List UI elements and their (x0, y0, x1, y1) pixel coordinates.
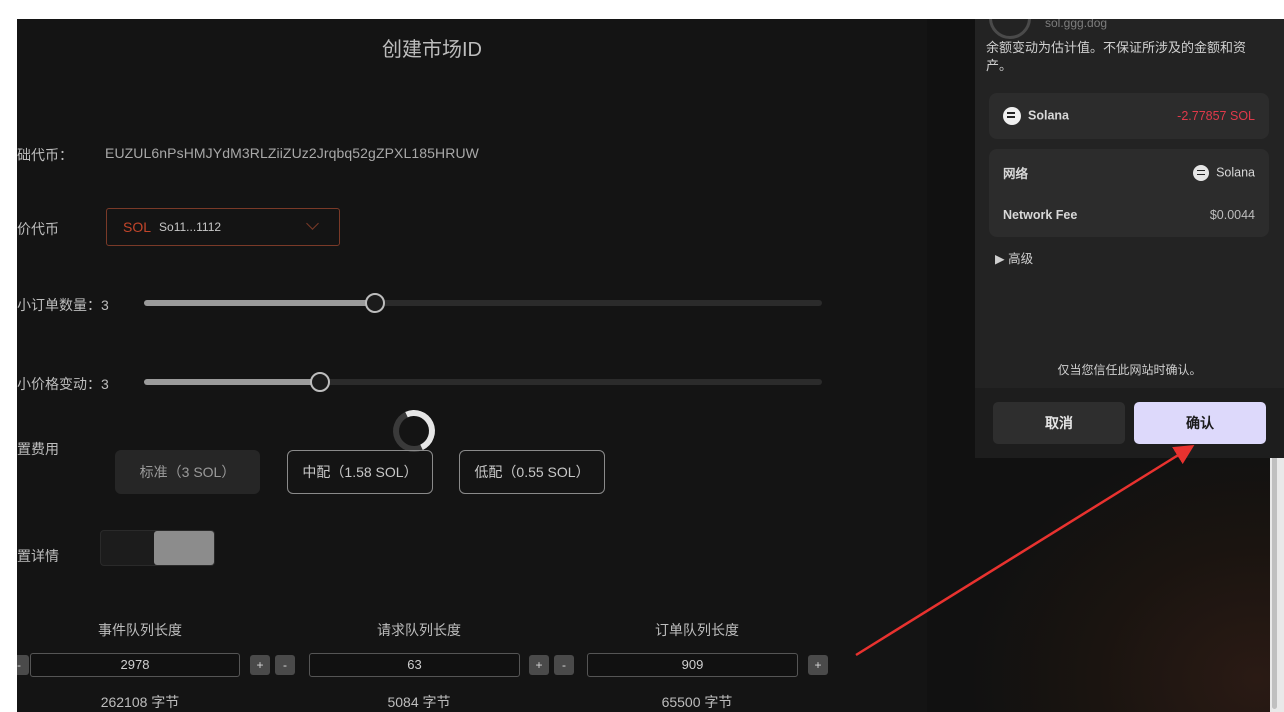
network-label: 网络 (1003, 167, 1029, 181)
page-title: 创建市场ID (382, 39, 482, 61)
request-queue-plus-button[interactable]: + (529, 655, 549, 675)
asset-name: Solana (1028, 108, 1069, 123)
network-value: Solana (1216, 164, 1255, 179)
quote-address: So11...1112 (159, 220, 222, 234)
tick-size-label: 小价格变动：3 (17, 376, 109, 392)
event-queue-header: 事件队列长度 (98, 622, 182, 638)
event-queue-plus-button[interactable]: + (250, 655, 270, 675)
base-mint-value: EUZUL6nPsHMJYdM3RLZiiZUz2Jrqbq52gZPXL185… (105, 145, 479, 161)
balance-note: 余额变动为估计值。不保证所涉及的金额和资产。 (986, 40, 1247, 73)
solana-icon (1003, 107, 1021, 125)
advanced-toggle[interactable]: ▶ 高级 (995, 248, 1033, 267)
site-domain: sol.ggg.dog (1045, 19, 1108, 30)
network-value-wrap: Solana (1193, 164, 1255, 181)
trust-warning: 仅当您信任此网站时确认。 (1057, 363, 1202, 377)
request-queue-input[interactable]: 63 (309, 653, 520, 677)
network-fee-value: $0.0044 (1209, 208, 1255, 222)
event-queue-bytes: 262108 字节 (100, 694, 180, 710)
order-queue-minus-button[interactable]: - (554, 655, 574, 675)
balance-change-card: Solana -2.77857 SOL (989, 93, 1269, 139)
request-queue-header: 请求队列长度 (377, 622, 461, 638)
site-logo (989, 19, 1031, 39)
scrollbar-thumb[interactable] (1272, 439, 1277, 709)
network-card: 网络 Solana Network Fee $0.0044 (989, 149, 1269, 237)
request-queue-minus-button[interactable]: - (275, 655, 295, 675)
fee-medium-button[interactable]: 中配（1.58 SOL） (287, 450, 433, 494)
request-queue-bytes: 5084 字节 (387, 694, 451, 710)
confirm-button[interactable]: 确认 (1134, 402, 1266, 444)
order-queue-input[interactable]: 909 (587, 653, 798, 677)
toggle-thumb (154, 531, 214, 565)
event-queue-input[interactable]: 2978 (30, 653, 240, 677)
detail-toggle[interactable] (100, 530, 215, 566)
fee-standard-button[interactable]: 标准（3 SOL） (115, 450, 260, 494)
quote-symbol: SOL (123, 219, 152, 235)
min-order-slider-fill (144, 300, 375, 306)
create-market-panel: 创建市场ID 础代币： EUZUL6nPsHMJYdM3RLZiiZUz2Jrq… (17, 19, 927, 712)
min-order-slider-handle[interactable] (364, 293, 385, 313)
network-fee-label: Network Fee (1003, 208, 1078, 222)
order-queue-plus-button[interactable]: + (808, 655, 828, 675)
quote-mint-select[interactable]: SOL So11...1112 (106, 208, 340, 246)
fee-low-button[interactable]: 低配（0.55 SOL） (459, 450, 605, 494)
tick-size-slider-fill (144, 379, 321, 385)
tick-size-slider-handle[interactable] (310, 372, 331, 392)
min-order-slider[interactable] (144, 293, 822, 313)
event-queue-minus-button[interactable]: - (17, 655, 29, 675)
order-queue-bytes: 65500 字节 (661, 694, 733, 710)
tick-size-slider[interactable] (144, 372, 822, 392)
asset-name-wrap: Solana (1003, 107, 1069, 125)
detail-label: 置详情 (17, 548, 59, 564)
wallet-confirm-popup: sol.ggg.dog 余额变动为估计值。不保证所涉及的金额和资产。 Solan… (975, 19, 1284, 458)
popup-footer: 取消 确认 (975, 388, 1284, 458)
quote-mint-label: 价代币 (17, 221, 59, 237)
fee-label: 置费用 (17, 441, 59, 457)
chevron-down-icon (306, 217, 319, 230)
order-queue-header: 订单队列长度 (655, 622, 739, 638)
cancel-button[interactable]: 取消 (993, 402, 1125, 444)
asset-change: -2.77857 SOL (1177, 109, 1255, 123)
min-order-label: 小订单数量：3 (17, 297, 109, 313)
base-mint-label: 础代币： (17, 147, 73, 163)
solana-icon (1193, 164, 1210, 181)
